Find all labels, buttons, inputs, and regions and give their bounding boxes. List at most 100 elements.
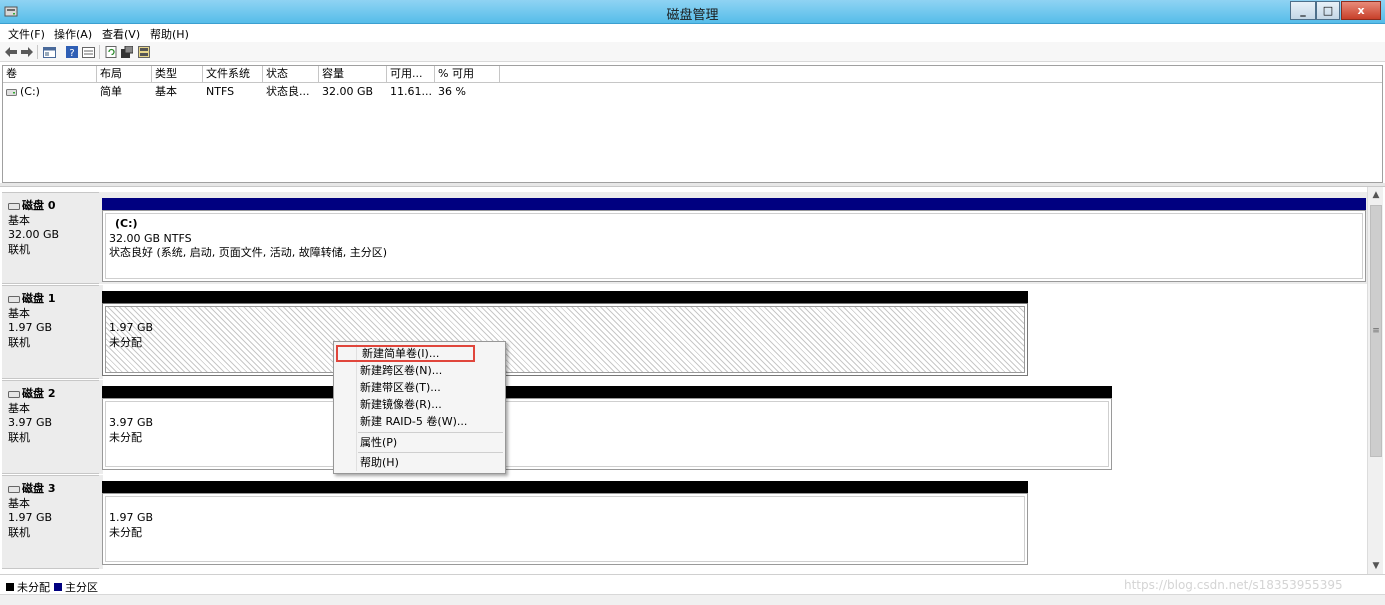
scroll-down-icon[interactable]: ▼ xyxy=(1368,558,1384,574)
disk-info[interactable]: 磁盘 1 基本 1.97 GB 联机 xyxy=(2,285,99,379)
unallocated-region[interactable]: 1.97 GB 未分配 xyxy=(102,291,1028,376)
disk-drive-icon xyxy=(8,202,20,210)
title-bar: 磁盘管理 _ □ x xyxy=(0,0,1385,24)
partition-body: 1.97 GB 未分配 xyxy=(102,303,1028,376)
menu-properties[interactable]: 属性(P) xyxy=(336,434,503,451)
disk-row[interactable]: 磁盘 2 基本 3.97 GB 联机 3.97 GB 未分配 xyxy=(2,380,1367,474)
col-free[interactable]: 可用... xyxy=(387,66,435,83)
unallocated-status: 未分配 xyxy=(109,430,142,444)
svg-text:?: ? xyxy=(69,48,74,58)
primary-partition-bar xyxy=(102,198,1366,210)
menu-file[interactable]: 文件(F) xyxy=(6,26,47,42)
disk-type: 基本 xyxy=(8,401,30,415)
free-cell: 11.61... xyxy=(390,85,432,98)
back-icon[interactable] xyxy=(4,45,18,59)
disk-drive-icon xyxy=(8,295,20,303)
menu-help-item[interactable]: 帮助(H) xyxy=(336,454,503,471)
vertical-scrollbar[interactable]: ▲ ≡ ▼ xyxy=(1367,187,1383,574)
partition-inner: (C:) 32.00 GB NTFS 状态良好 (系统, 启动, 页面文件, 活… xyxy=(105,213,1363,279)
toolbar-separator xyxy=(37,45,38,59)
unallocated-size: 3.97 GB xyxy=(109,416,154,429)
list-view-icon[interactable] xyxy=(81,45,95,59)
volume-name: (C:) xyxy=(20,85,40,98)
unallocated-region[interactable]: 1.97 GB 未分配 xyxy=(102,481,1028,567)
disk-row[interactable]: 磁盘 3 基本 1.97 GB 联机 1.97 GB 未分配 xyxy=(2,475,1367,569)
help-icon[interactable]: ? xyxy=(65,45,79,59)
unallocated-region[interactable]: 3.97 GB 未分配 xyxy=(102,386,1112,472)
partition-label: (C:) xyxy=(115,217,138,230)
partition-c[interactable]: (C:) 32.00 GB NTFS 状态良好 (系统, 启动, 页面文件, 活… xyxy=(102,198,1366,282)
status-cell: 状态良... xyxy=(266,85,310,98)
partition-body: 1.97 GB 未分配 xyxy=(102,493,1028,565)
col-type[interactable]: 类型 xyxy=(152,66,203,83)
disk-state: 联机 xyxy=(8,335,30,349)
menu-help[interactable]: 帮助(H) xyxy=(148,26,191,42)
toolbar: ? xyxy=(0,42,1385,62)
menu-separator xyxy=(358,432,503,433)
menu-view[interactable]: 查看(V) xyxy=(100,26,142,42)
header-fill xyxy=(500,66,1382,83)
col-status[interactable]: 状态 xyxy=(263,66,319,83)
unallocated-swatch xyxy=(6,583,14,591)
partition-inner: 1.97 GB 未分配 xyxy=(105,306,1025,373)
close-button[interactable]: x xyxy=(1341,1,1381,20)
forward-icon[interactable] xyxy=(20,45,34,59)
menu-action[interactable]: 操作(A) xyxy=(52,26,94,42)
disk-drive-icon xyxy=(8,390,20,398)
col-filesystem[interactable]: 文件系统 xyxy=(203,66,263,83)
disk-state: 联机 xyxy=(8,430,30,444)
disk-label: 磁盘 1 xyxy=(8,292,99,307)
disk-row[interactable]: 磁盘 1 基本 1.97 GB 联机 1.97 GB 未分配 xyxy=(2,285,1367,379)
pct-free-cell: 36 % xyxy=(438,85,466,98)
col-capacity[interactable]: 容量 xyxy=(319,66,387,83)
legend-primary-label: 主分区 xyxy=(65,581,98,594)
disk-name: 磁盘 1 xyxy=(22,292,56,305)
rescan-icon[interactable] xyxy=(137,45,151,59)
unallocated-bar xyxy=(102,386,1112,398)
menu-new-raid5-volume[interactable]: 新建 RAID-5 卷(W)... xyxy=(336,413,503,430)
menu-new-simple-volume[interactable]: 新建简单卷(I)... xyxy=(336,345,475,362)
col-pct-free[interactable]: % 可用 xyxy=(435,66,500,83)
col-layout[interactable]: 布局 xyxy=(97,66,152,83)
grip-icon: ≡ xyxy=(1372,326,1380,336)
disk-info[interactable]: 磁盘 3 基本 1.97 GB 联机 xyxy=(2,475,99,569)
menu-new-striped-volume[interactable]: 新建带区卷(T)... xyxy=(336,379,503,396)
partition-inner: 3.97 GB 未分配 xyxy=(105,401,1109,467)
status-bar xyxy=(0,594,1385,605)
menu-new-mirrored-volume[interactable]: 新建镜像卷(R)... xyxy=(336,396,503,413)
context-menu: 新建简单卷(I)... 新建跨区卷(N)... 新建带区卷(T)... 新建镜像… xyxy=(333,341,506,474)
disk-type: 基本 xyxy=(8,306,30,320)
minimize-button[interactable]: _ xyxy=(1290,1,1316,20)
col-volume[interactable]: 卷 xyxy=(3,66,97,83)
disk-label: 磁盘 2 xyxy=(8,387,99,402)
partition-inner: 1.97 GB 未分配 xyxy=(105,496,1025,562)
disk-name: 磁盘 3 xyxy=(22,482,56,495)
properties-icon[interactable] xyxy=(120,45,134,59)
disk-name: 磁盘 2 xyxy=(22,387,56,400)
disk-info[interactable]: 磁盘 0 基本 32.00 GB 联机 xyxy=(2,192,99,284)
disk-label: 磁盘 0 xyxy=(8,199,99,214)
disk-info[interactable]: 磁盘 2 基本 3.97 GB 联机 xyxy=(2,380,99,474)
scroll-thumb[interactable]: ≡ xyxy=(1370,205,1382,457)
disk-graphical-view: 磁盘 0 基本 32.00 GB 联机 (C:) 32.00 GB NTFS 状… xyxy=(2,187,1367,574)
menu-new-spanned-volume[interactable]: 新建跨区卷(N)... xyxy=(336,362,503,379)
volume-cell: (C:) xyxy=(3,84,40,100)
console-icon[interactable] xyxy=(42,45,56,59)
menu-separator xyxy=(358,452,503,453)
maximize-button[interactable]: □ xyxy=(1316,1,1340,20)
disk-drive-icon xyxy=(8,485,20,493)
toolbar-separator xyxy=(99,45,100,59)
capacity-cell: 32.00 GB xyxy=(322,85,374,98)
disk-label: 磁盘 3 xyxy=(8,482,99,497)
refresh-icon[interactable] xyxy=(104,45,118,59)
unallocated-size: 1.97 GB xyxy=(109,511,154,524)
partition-body: 3.97 GB 未分配 xyxy=(102,398,1112,470)
menu-bar: 文件(F) 操作(A) 查看(V) 帮助(H) xyxy=(0,24,1385,42)
primary-swatch xyxy=(54,583,62,591)
disk-type: 基本 xyxy=(8,496,30,510)
disk-type: 基本 xyxy=(8,213,30,227)
unallocated-bar xyxy=(102,291,1028,303)
unallocated-status: 未分配 xyxy=(109,335,142,349)
disk-row[interactable]: 磁盘 0 基本 32.00 GB 联机 (C:) 32.00 GB NTFS 状… xyxy=(2,192,1367,284)
scroll-up-icon[interactable]: ▲ xyxy=(1368,187,1384,203)
